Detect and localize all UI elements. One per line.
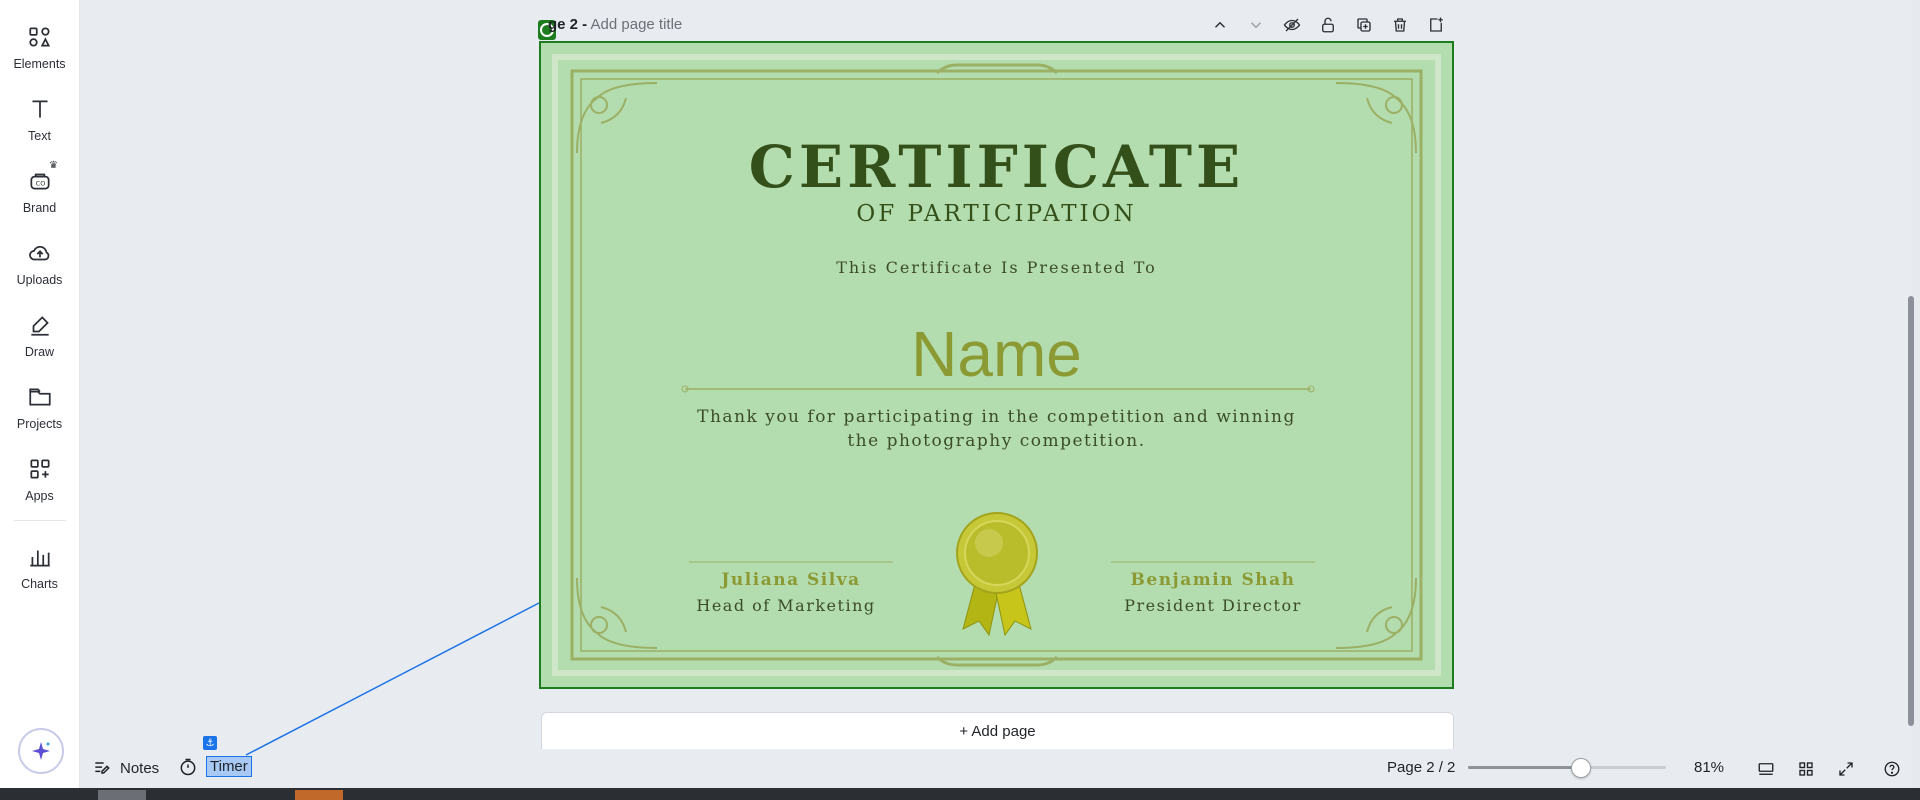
notes-icon [95,762,110,774]
certificate-subtitle[interactable]: OF PARTICIPATION [541,201,1452,227]
signer-right-role[interactable]: President Director [1103,596,1323,615]
os-taskbar [0,788,1920,800]
text-icon [31,100,48,118]
svg-text:CO: CO [35,179,45,187]
sidebar-item-brand[interactable]: CO Brand [0,164,79,228]
single-page-view-icon [1758,763,1774,775]
award-medal-icon[interactable] [949,509,1045,641]
sidebar-item-charts[interactable]: Charts [0,540,79,604]
page-indicator[interactable]: Page 2 / 2 [1387,759,1455,776]
notes-label: Notes [120,759,160,777]
sidebar-divider [14,520,66,521]
trash-icon [1394,18,1406,32]
taskbar-app[interactable] [295,790,343,800]
uploads-icon [28,245,49,261]
charts-icon [29,550,50,567]
vertical-scrollbar[interactable] [1908,296,1914,726]
thanks-line-1: Thank you for participating in the compe… [697,407,1296,427]
recipient-name[interactable]: Name [541,317,1452,391]
thanks-line-2: the photography competition. [847,431,1146,451]
move-page-down-button[interactable] [1245,14,1267,36]
brand-icon: CO [29,173,50,190]
signer-left-role[interactable]: Head of Marketing [681,596,891,615]
zoom-percentage[interactable]: 81% [1694,759,1724,776]
draw-icon [30,316,49,336]
page-number-label: ge 2 - [548,16,588,33]
grid-view-icon [1799,762,1813,776]
stopwatch-icon [180,758,196,775]
apps-icon [29,459,50,479]
sidebar-item-projects[interactable]: Projects [0,380,79,444]
sidebar-item-label: Brand [22,201,57,215]
sidebar-item-label: Draw [24,345,55,359]
sidebar-item-uploads[interactable]: Uploads [0,236,79,300]
page-title[interactable]: ge 2 - Add page title [548,16,682,33]
notes-button[interactable]: Notes [92,758,159,778]
zoom-slider-fill [1468,766,1581,769]
sidebar-item-text[interactable]: Text [0,92,79,156]
presented-to-text[interactable]: This Certificate Is Presented To [541,258,1452,277]
sidebar-item-label: Projects [16,417,63,431]
sparkle-icon [32,742,50,760]
page-title-placeholder: Add page title [590,16,683,33]
timer-label: Timer [206,756,252,777]
grid-view-button[interactable] [1793,756,1819,782]
move-page-up-button[interactable] [1209,14,1231,36]
sidebar-item-draw[interactable]: Draw [0,308,79,372]
duplicate-icon [1357,18,1371,32]
certificate-page[interactable]: CERTIFICATE OF PARTICIPATION This Certif… [539,41,1454,689]
help-icon [1884,761,1900,777]
add-page-icon [1430,17,1443,32]
add-page-button[interactable]: + Add page [541,712,1454,749]
taskbar-app[interactable] [98,790,146,800]
fullscreen-button[interactable] [1833,756,1859,782]
lock-page-button[interactable] [1317,14,1339,36]
crown-icon: ♛ [49,160,58,171]
certificate-title[interactable]: CERTIFICATE [541,133,1452,201]
page-view-button[interactable] [1753,756,1779,782]
sidebar-item-label: Apps [25,489,54,503]
sidebar-item-label: Charts [21,577,58,591]
chevron-down-icon [1250,22,1262,29]
thanks-message[interactable]: Thank you for participating in the compe… [541,405,1452,453]
sidebar-item-label: Uploads [16,273,63,287]
projects-icon [28,388,51,406]
sidebar-item-apps[interactable]: Apps [0,452,79,516]
elements-icon [28,27,50,47]
left-sidebar: Elements Text CO Brand ♛ Uploads Draw Pr… [0,0,80,788]
hide-page-button[interactable] [1281,14,1303,36]
sidebar-item-label: Text [28,129,51,143]
sidebar-item-label: Elements [13,57,66,71]
magic-assistant-button[interactable] [18,728,64,774]
timer-button[interactable]: Timer [178,756,252,777]
add-page-after-button[interactable] [1425,14,1447,36]
unlock-icon [1322,17,1334,33]
duplicate-page-button[interactable] [1353,14,1375,36]
delete-page-button[interactable] [1389,14,1411,36]
signer-left-name[interactable]: Juliana Silva [691,570,891,590]
expand-icon [1839,762,1853,776]
sidebar-item-elements[interactable]: Elements [0,20,79,84]
anchor-icon[interactable]: ⚓ [203,736,217,750]
chevron-up-icon [1214,21,1226,28]
eye-slash-icon [1283,18,1301,32]
signer-right-name[interactable]: Benjamin Shah [1113,570,1313,590]
help-button[interactable] [1879,756,1905,782]
